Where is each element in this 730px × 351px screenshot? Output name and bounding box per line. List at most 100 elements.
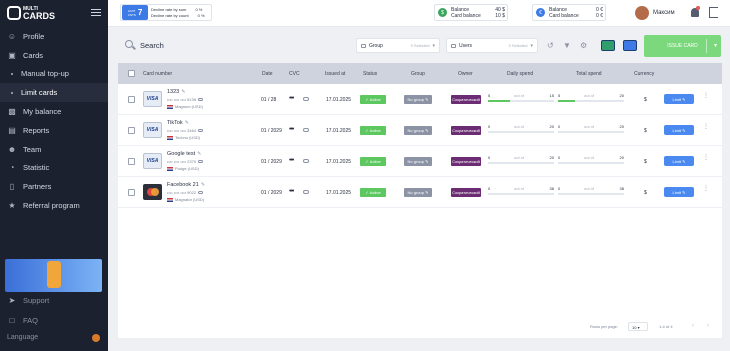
daily-spent: 0 <box>488 155 491 160</box>
sidebar-item-manual-top-up[interactable]: Manual top-up <box>0 65 108 84</box>
user-menu[interactable]: Максим <box>635 5 675 21</box>
sidebar-item-cards[interactable]: ▣ Cards <box>0 46 108 65</box>
eye-icon[interactable] <box>198 160 204 163</box>
edit-icon[interactable]: ✎ <box>185 120 189 126</box>
issue-card-button[interactable]: ISSUE CARD ▾ <box>644 35 721 57</box>
more-options-icon[interactable]: ⋮ <box>703 93 709 99</box>
edit-icon[interactable]: ✎ <box>201 182 205 188</box>
col-date[interactable]: Date <box>262 71 273 77</box>
eye-icon[interactable] <box>303 159 309 163</box>
issued-date: 17.01.2025 <box>326 128 352 134</box>
logout-icon[interactable] <box>709 7 718 18</box>
limit-button[interactable]: Limit ✎ <box>664 94 694 104</box>
group-badge[interactable]: No group ✎ <box>404 95 432 104</box>
col-card-number[interactable]: Card number <box>143 71 172 77</box>
menu-toggle-icon[interactable] <box>91 9 101 16</box>
daily-limit: 20 <box>549 124 554 129</box>
eye-icon[interactable] <box>303 128 309 132</box>
sidebar-item-reports[interactable]: ▤ Reports <box>0 121 108 140</box>
more-options-icon[interactable]: ⋮ <box>703 186 709 192</box>
eye-icon[interactable] <box>303 190 309 194</box>
search-input[interactable] <box>140 39 340 51</box>
faq-icon: □ <box>9 315 15 325</box>
filter-icon[interactable]: ▼ <box>563 41 571 50</box>
group-badge[interactable]: No group ✎ <box>404 157 432 166</box>
sidebar-item-statistic[interactable]: ◔ Statistic <box>0 159 108 178</box>
wallet-usd-icon[interactable] <box>601 40 615 51</box>
limit-button[interactable]: Limit ✎ <box>664 125 694 135</box>
table-footer: Rows per page: 10 ▾ 1-4 of 4 ‹ › <box>118 322 722 334</box>
prev-page-button[interactable]: ‹ <box>692 323 694 329</box>
col-total-spend[interactable]: Total spend <box>576 71 602 77</box>
sidebar-item-my-balance[interactable]: ▩ My balance <box>0 102 108 121</box>
col-owner[interactable]: Owner <box>458 71 473 77</box>
promo-banner[interactable] <box>5 259 102 292</box>
rows-per-page-select[interactable]: 10 ▾ <box>628 322 648 331</box>
table-row[interactable]: VISA TikTok ✎ •••• •••• •••• 3464 Techno (US… <box>118 115 722 146</box>
sidebar-item-label: FAQ <box>23 315 39 325</box>
phone-illustration <box>47 261 61 288</box>
eye-icon[interactable] <box>198 129 204 132</box>
daily-spent: 5 <box>488 93 491 98</box>
col-currency[interactable]: Currency <box>634 71 654 77</box>
sidebar-nav: ☺ Profile ▣ Cards Manual top-up Limit card… <box>0 27 108 215</box>
issued-date: 17.01.2025 <box>326 159 352 165</box>
refresh-icon[interactable]: ↺ <box>547 41 554 50</box>
daily-spent: 0 <box>488 124 491 129</box>
more-options-icon[interactable]: ⋮ <box>703 124 709 130</box>
us-flag-icon <box>167 197 173 202</box>
col-daily-spend[interactable]: Daily spend <box>507 71 533 77</box>
sidebar-item-referral-program[interactable]: ★ Referral program <box>0 196 108 215</box>
sidebar-item-label: Support <box>23 295 50 305</box>
eye-icon[interactable] <box>198 191 204 194</box>
table-row[interactable]: VISA 1323 ✎ •••• •••• •••• 5135 Magnum (USD)… <box>118 84 722 115</box>
table-row[interactable]: VISA Google test ✎ •••• •••• •••• 2370 Pudge… <box>118 146 722 177</box>
group-badge[interactable]: No group ✎ <box>404 126 432 135</box>
daily-limit: 38 <box>549 186 554 191</box>
sidebar-item-support[interactable]: ➤ Support <box>0 290 108 310</box>
col-group[interactable]: Group <box>411 71 425 77</box>
language-flag-icon[interactable] <box>92 334 100 342</box>
sidebar-item-partners[interactable]: ▯ Partners <box>0 177 108 196</box>
settings-icon[interactable]: ⚙ <box>580 41 587 50</box>
col-status[interactable]: Status <box>363 71 377 77</box>
bullet-icon <box>11 72 13 75</box>
card-name: TikTok <box>167 120 183 126</box>
row-checkbox[interactable] <box>128 127 135 134</box>
daily-out-of: out of <box>514 124 525 129</box>
card-cvc: ••• <box>289 188 294 195</box>
next-page-button[interactable]: › <box>707 323 709 329</box>
row-checkbox[interactable] <box>128 96 135 103</box>
owner-badge: Сократический <box>451 188 481 197</box>
col-issued-at[interactable]: Issued at <box>325 71 345 77</box>
select-all-checkbox[interactable] <box>128 70 135 77</box>
table-row[interactable]: Facebook 21 ✎ •••• •••• •••• 9022 Magnator … <box>118 177 722 208</box>
eur-card-value: 0 € <box>596 12 603 19</box>
card-meta: Techno (USD) <box>175 135 201 140</box>
edit-icon[interactable]: ✎ <box>197 151 201 157</box>
limit-number: 7 <box>137 8 143 17</box>
usd-card-label: Card balance <box>451 12 481 19</box>
edit-icon[interactable]: ✎ <box>181 89 185 95</box>
sidebar-item-team[interactable]: ☻ Team <box>0 140 108 159</box>
sidebar-item-profile[interactable]: ☺ Profile <box>0 27 108 46</box>
eye-icon[interactable] <box>198 98 204 101</box>
group-badge[interactable]: No group ✎ <box>404 188 432 197</box>
logo[interactable]: MULTI CARDS <box>7 5 55 21</box>
row-checkbox[interactable] <box>128 158 135 165</box>
limit-button-label: Limit <box>672 158 681 164</box>
limit-button[interactable]: Limit ✎ <box>664 156 694 166</box>
more-options-icon[interactable]: ⋮ <box>703 155 709 161</box>
eye-icon[interactable] <box>303 97 309 101</box>
sidebar-item-faq[interactable]: □ FAQ <box>0 310 108 330</box>
limit-button[interactable]: Limit ✎ <box>664 187 694 197</box>
owner-badge: Сократический <box>451 157 481 166</box>
wallet-eur-icon[interactable] <box>623 40 637 51</box>
total-progress-fill <box>558 100 575 102</box>
group-filter[interactable]: Group 0 Selected ▾ <box>356 38 440 53</box>
usd-card-value: 10 $ <box>495 12 505 19</box>
row-checkbox[interactable] <box>128 189 135 196</box>
chevron-down-icon: ▾ <box>713 43 717 49</box>
sidebar-item-limit-cards[interactable]: Limit cards <box>0 83 108 103</box>
users-filter[interactable]: Users 0 Selected ▾ <box>446 38 538 53</box>
